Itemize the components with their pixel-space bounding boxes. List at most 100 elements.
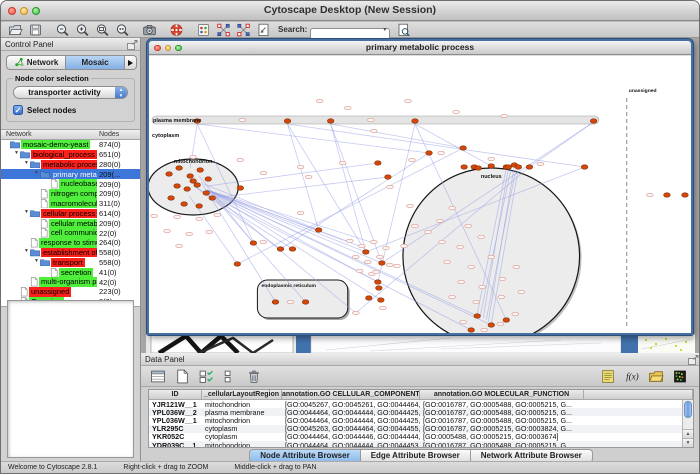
table-scrollbar[interactable]: ▲ ▼: [682, 400, 693, 447]
expander-icon[interactable]: ▼: [23, 248, 30, 257]
expander-spacer: [13, 287, 20, 297]
tree-row-label: secretion: [59, 268, 93, 278]
zoom-button[interactable]: [175, 45, 182, 52]
minimize-button[interactable]: [20, 7, 28, 15]
node-label-marker: [237, 158, 244, 161]
select-attributes-icon[interactable]: [196, 368, 216, 385]
show-table-icon[interactable]: [148, 368, 168, 385]
tab-overflow-button[interactable]: [125, 55, 137, 70]
column-header[interactable]: ID: [149, 390, 202, 399]
chevron-down-icon[interactable]: ▼: [382, 27, 387, 33]
network-tree-header: Network Nodes: [1, 129, 140, 140]
table-cell[interactable]: [GO:0016787, GO:0005488, GO:0005215, G..…: [420, 441, 584, 447]
tree-row-mosaic-demo-yeast[interactable]: mosaic-demo-yeast874(0): [1, 140, 140, 150]
expander-icon[interactable]: ▼: [33, 170, 40, 179]
tab-network[interactable]: Network: [6, 55, 65, 70]
unhide-all-icon[interactable]: [234, 22, 252, 37]
vizmapper-icon[interactable]: [194, 22, 212, 37]
save-icon[interactable]: [26, 22, 44, 37]
tree-row-response-to-stimulu[interactable]: response to stimulu264(0): [1, 238, 140, 248]
node-label-marker: [457, 245, 464, 248]
expander-icon[interactable]: ▼: [33, 258, 40, 267]
folder-icon: [20, 150, 30, 159]
formula-builder-icon[interactable]: f(x): [622, 368, 642, 385]
unselect-attributes-icon[interactable]: [220, 368, 240, 385]
expander-icon[interactable]: ▼: [13, 150, 20, 159]
zoom-in-icon[interactable]: [73, 22, 91, 37]
birdseye-view[interactable]: [7, 300, 134, 458]
delete-attribute-icon[interactable]: [244, 368, 264, 385]
tree-row-nitrogen-compo[interactable]: nitrogen compo209(0): [1, 189, 140, 199]
tree-row-cell-communicat[interactable]: cell communicat22(0): [1, 228, 140, 238]
tab-mosaic[interactable]: Mosaic: [65, 55, 125, 70]
annotation-icon[interactable]: [254, 22, 272, 37]
expander-icon[interactable]: ▼: [23, 209, 30, 218]
network-node: [197, 168, 204, 173]
tree-row-establishment-of-lo[interactable]: ▼establishment of lo558(0): [1, 248, 140, 258]
data-panel-header: Data Panel: [141, 353, 700, 366]
expander-spacer: [33, 189, 40, 199]
node-label-marker: [407, 204, 414, 207]
network-window-titlebar[interactable]: primary metabolic process: [149, 41, 691, 55]
select-nodes-checkbox[interactable]: ✓: [13, 105, 23, 115]
tree-row-secretion[interactable]: secretion 41(0): [1, 267, 140, 277]
open-file-icon[interactable]: [6, 22, 24, 37]
zoom-button[interactable]: [32, 7, 40, 15]
network-node: [284, 119, 291, 124]
zoom-fit-icon[interactable]: [93, 22, 111, 37]
tree-row-cellular-process[interactable]: ▼cellular process614(0): [1, 209, 140, 219]
tree-row-primary-metabo[interactable]: ▼primary metabo209(...: [1, 169, 140, 179]
tree-row-count: 41(0): [99, 268, 117, 277]
search-go-icon[interactable]: [394, 22, 412, 37]
tree-row-label: nucleobase-: [59, 179, 97, 189]
table-cell[interactable]: mitochondrion: [202, 441, 282, 447]
tree-row-transport[interactable]: ▼transport558(0): [1, 258, 140, 268]
column-header[interactable]: _cellularLayoutRegion: [202, 390, 282, 399]
attribute-matrix-icon[interactable]: [670, 368, 690, 385]
network-canvas[interactable]: plasma membranecytoplasmmitochondrionnuc…: [149, 56, 691, 333]
hide-selected-icon[interactable]: [214, 22, 232, 37]
tree-row-macromolecule[interactable]: macromolecule311(0): [1, 199, 140, 209]
snapshot-icon[interactable]: [140, 22, 158, 37]
close-button[interactable]: [8, 7, 16, 15]
dropdown-stepper-icon: ▲▼: [115, 86, 127, 99]
network-node: [488, 164, 495, 169]
column-header[interactable]: annotation.GO CELLULAR_COMPONENT: [282, 390, 420, 399]
tree-row-unassigned[interactable]: unassigned223(0): [1, 287, 140, 297]
network-node: [277, 247, 284, 252]
tree-row-cellular-metabo[interactable]: cellular metabo209(0): [1, 218, 140, 228]
file-icon: [40, 199, 48, 209]
tree-row-biological-process[interactable]: ▼biological_process651(0): [1, 150, 140, 160]
network-node: [590, 119, 597, 124]
scroll-down-icon[interactable]: ▼: [683, 438, 693, 447]
node-label-marker: [497, 322, 504, 325]
network-node: [272, 300, 279, 305]
table-cell[interactable]: YDR039C__1: [149, 441, 202, 447]
tree-row-nucleobase-[interactable]: nucleobase-209(0): [1, 179, 140, 189]
node-label-marker: [186, 232, 193, 235]
close-button[interactable]: [154, 45, 161, 52]
node-label-marker: [412, 224, 419, 227]
node-label-marker: [364, 260, 371, 263]
zoom-selected-icon[interactable]: [113, 22, 131, 37]
network-desktop: primary metabolic process plasma membran…: [141, 38, 700, 353]
tree-row-metabolic-process[interactable]: ▼metabolic process280(0): [1, 160, 140, 170]
expander-icon[interactable]: ▼: [23, 160, 30, 169]
float-panel-icon[interactable]: [688, 355, 698, 364]
control-panel-title: Control Panel: [5, 40, 53, 49]
attribute-notes-icon[interactable]: [598, 368, 618, 385]
minimize-button[interactable]: [165, 45, 172, 52]
column-header[interactable]: annotation.GO MOLECULAR_FUNCTION: [420, 390, 584, 399]
node-color-dropdown[interactable]: transporter activity ▲▼: [13, 86, 128, 99]
float-panel-icon[interactable]: [127, 40, 137, 49]
import-attributes-icon[interactable]: [646, 368, 666, 385]
node-label-marker: [453, 110, 460, 113]
tree-row-multi-organism-pro[interactable]: multi-organism pro42(0): [1, 277, 140, 287]
help-icon[interactable]: [167, 22, 185, 37]
zoom-out-icon[interactable]: [53, 22, 71, 37]
create-attribute-icon[interactable]: [172, 368, 192, 385]
scrollbar-thumb[interactable]: [684, 401, 692, 418]
table-cell[interactable]: [GO:0044464, GO:0044444, GO:0044453, G..…: [282, 441, 420, 447]
scroll-up-icon[interactable]: ▲: [683, 429, 693, 438]
table-row[interactable]: YDR039C__1mitochondrion[GO:0044464, GO:0…: [149, 441, 682, 447]
